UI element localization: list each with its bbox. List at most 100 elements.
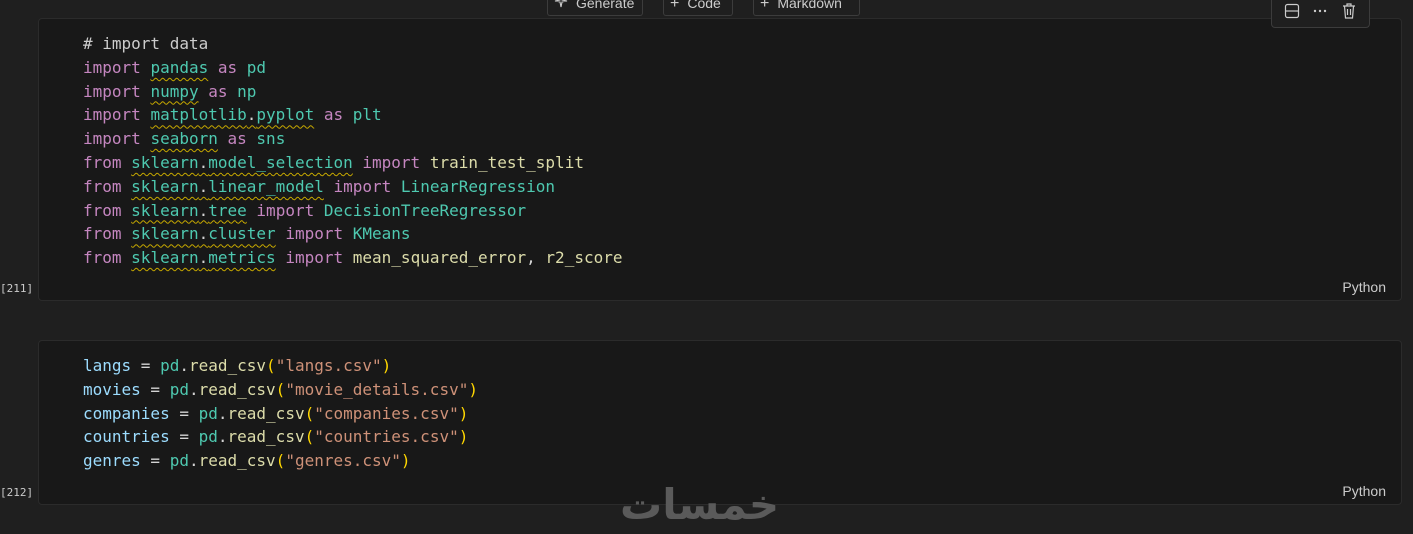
code-line: from sklearn.tree import DecisionTreeReg… <box>83 199 622 223</box>
code-token: import <box>333 176 392 196</box>
code-token: ( <box>266 356 276 375</box>
code-token: import <box>285 224 344 244</box>
code-token: DecisionTreeRegressor <box>323 200 527 220</box>
markdown-label: Markdown <box>777 0 842 11</box>
more-actions-icon[interactable] <box>1310 1 1330 21</box>
code-token: "countries.csv" <box>314 427 459 447</box>
execution-count: [212] <box>0 486 34 499</box>
code-token: from <box>83 224 122 244</box>
code-token: countries <box>83 427 170 447</box>
code-token: import <box>285 248 344 268</box>
code-token: import <box>256 200 315 220</box>
code-token: companies <box>83 403 170 423</box>
code-line: from sklearn.metrics import mean_squared… <box>83 246 622 270</box>
delete-cell-icon[interactable] <box>1339 1 1359 21</box>
code-token: cluster <box>208 224 276 244</box>
code-token: "genres.csv" <box>285 451 401 471</box>
code-token: = <box>169 427 199 447</box>
code-token: from <box>83 152 122 172</box>
code-line: from sklearn.cluster import KMeans <box>83 222 622 246</box>
code-token: "movie_details.csv" <box>285 379 469 399</box>
code-token: "companies.csv" <box>314 403 459 423</box>
language-label[interactable]: Python <box>1342 483 1386 499</box>
code-token: . <box>198 248 209 268</box>
code-token: . <box>198 224 209 244</box>
code-token: . <box>179 356 189 375</box>
code-token: = <box>140 379 170 399</box>
code-token: ( <box>275 451 286 471</box>
code-line: import pandas as pd <box>83 56 622 80</box>
code-token: as <box>227 129 247 149</box>
code-line: movies = pd.read_csv("movie_details.csv"… <box>83 378 478 402</box>
code-token: pd <box>198 403 218 423</box>
add-code-cell-button[interactable]: + Code <box>663 0 733 16</box>
code-token: numpy <box>150 81 199 101</box>
code-token: read_csv <box>227 403 305 423</box>
code-line: langs = pd.read_csv("langs.csv") <box>83 354 478 378</box>
code-token: read_csv <box>198 451 276 471</box>
code-editor[interactable]: # import data import pandas as pd import n… <box>83 32 622 270</box>
code-token: sklearn <box>131 224 199 244</box>
code-token: ) <box>400 451 411 471</box>
code-token: ) <box>468 379 478 399</box>
code-token: # import data <box>83 34 209 53</box>
code-token: train_test_split <box>429 152 584 172</box>
code-token: metrics <box>208 248 276 268</box>
code-label: Code <box>687 0 721 11</box>
code-token: as <box>323 105 344 125</box>
code-token: r2_score <box>545 248 623 268</box>
code-token: from <box>83 248 122 268</box>
code-token: mean_squared_error <box>352 248 527 268</box>
code-token: import <box>83 105 141 125</box>
code-token: read_csv <box>188 356 267 375</box>
code-token: linear_model <box>208 176 324 196</box>
code-token: , <box>526 248 546 268</box>
add-markdown-cell-button[interactable]: + Markdown <box>753 0 860 16</box>
code-line: countries = pd.read_csv("countries.csv") <box>83 425 478 449</box>
code-token: ) <box>381 356 392 375</box>
code-cell[interactable]: # import data import pandas as pd import n… <box>38 18 1402 301</box>
code-editor[interactable]: langs = pd.read_csv("langs.csv") movies =… <box>83 354 478 473</box>
plus-icon: + <box>760 0 770 12</box>
code-token: = <box>140 451 170 471</box>
cell-toolbar <box>1271 0 1370 28</box>
code-token: read_csv <box>198 379 276 399</box>
code-token: . <box>198 152 209 172</box>
code-token: pd <box>160 356 180 375</box>
language-label[interactable]: Python <box>1342 279 1386 295</box>
code-token: . <box>198 176 209 196</box>
code-token: import <box>83 57 141 77</box>
code-token: ( <box>304 403 315 423</box>
code-token: sklearn <box>131 248 199 268</box>
code-token: from <box>83 200 122 220</box>
code-token: np <box>237 81 257 101</box>
generate-button[interactable]: Generate <box>547 0 643 16</box>
code-token: pd <box>198 427 218 447</box>
code-token: . <box>188 379 199 399</box>
split-cell-icon[interactable] <box>1282 1 1302 21</box>
code-token: sklearn <box>131 200 199 220</box>
sparkle-icon <box>554 0 568 11</box>
code-line: companies = pd.read_csv("companies.csv") <box>83 402 478 426</box>
code-token: pyplot <box>256 105 315 125</box>
code-token: pd <box>246 57 267 77</box>
code-token: from <box>83 176 122 196</box>
code-token: sns <box>256 129 286 149</box>
code-line: from sklearn.model_selection import trai… <box>83 151 622 175</box>
code-token: pd <box>169 379 189 399</box>
code-line: import numpy as np <box>83 80 622 104</box>
code-token: LinearRegression <box>400 176 556 196</box>
